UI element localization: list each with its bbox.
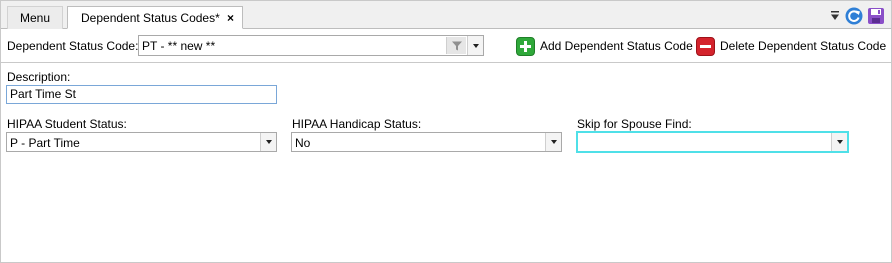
dependent-status-code-select[interactable]: PT - ** new ** xyxy=(138,35,484,56)
hipaa-handicap-status-select[interactable]: No xyxy=(291,132,562,152)
hipaa-student-status-select[interactable]: P - Part Time xyxy=(6,132,277,152)
tab-dependent-status-codes[interactable]: Dependent Status Codes* × xyxy=(67,6,243,29)
delete-dependent-status-code-button[interactable]: Delete Dependent Status Code xyxy=(696,36,886,56)
save-icon[interactable] xyxy=(867,7,885,25)
chevron-down-icon[interactable] xyxy=(467,36,483,55)
tab-menu-label: Menu xyxy=(19,11,51,25)
window-controls xyxy=(829,6,885,26)
delete-button-label: Delete Dependent Status Code xyxy=(720,39,887,53)
toolbar: Dependent Status Code: PT - ** new ** Ad… xyxy=(1,29,891,63)
chevron-down-icon[interactable] xyxy=(545,133,561,151)
refresh-icon[interactable] xyxy=(845,7,863,25)
skip-for-spouse-find-select[interactable] xyxy=(576,131,849,153)
skip-for-spouse-find-label: Skip for Spouse Find: xyxy=(577,117,692,131)
dropdown-icon[interactable] xyxy=(829,10,841,22)
hipaa-student-status-value: P - Part Time xyxy=(10,136,80,150)
window-frame: Menu Dependent Status Codes* × Dependent… xyxy=(0,0,892,263)
add-button-label: Add Dependent Status Code xyxy=(540,39,693,53)
add-icon xyxy=(516,36,535,56)
chevron-down-icon[interactable] xyxy=(831,133,847,151)
tab-menu[interactable]: Menu xyxy=(7,6,63,29)
hipaa-handicap-status-label: HIPAA Handicap Status: xyxy=(292,117,422,131)
close-icon[interactable]: × xyxy=(227,7,234,29)
filter-icon[interactable] xyxy=(446,37,466,54)
dependent-status-code-value: PT - ** new ** xyxy=(142,39,216,53)
chevron-down-icon[interactable] xyxy=(260,133,276,151)
description-field[interactable]: Part Time St xyxy=(6,85,277,104)
delete-icon xyxy=(696,36,715,56)
description-label: Description: xyxy=(7,70,71,84)
tab-active-label: Dependent Status Codes* xyxy=(81,11,220,25)
dependent-status-code-label: Dependent Status Code: xyxy=(7,39,139,53)
add-dependent-status-code-button[interactable]: Add Dependent Status Code xyxy=(516,36,693,56)
hipaa-student-status-label: HIPAA Student Status: xyxy=(7,117,127,131)
tab-strip: Menu Dependent Status Codes* × xyxy=(1,1,891,29)
hipaa-handicap-status-value: No xyxy=(295,136,311,150)
